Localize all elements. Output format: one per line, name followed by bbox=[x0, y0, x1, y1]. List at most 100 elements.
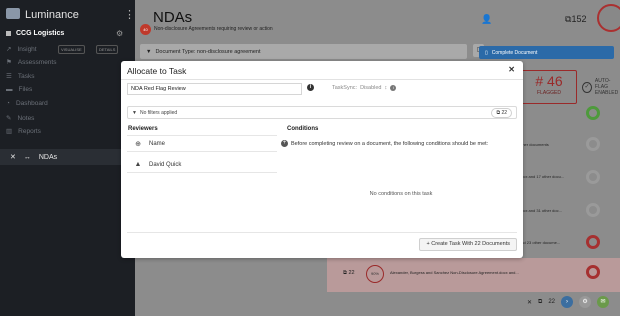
row-doc-text: docx and 17 other docu... bbox=[519, 174, 565, 179]
progress-ring bbox=[586, 235, 600, 249]
close-icon[interactable]: ✕ bbox=[10, 153, 16, 161]
plus-icon: + bbox=[281, 140, 288, 147]
toolbar-count: 22 bbox=[548, 299, 556, 305]
progress-ring bbox=[586, 265, 600, 279]
sidebar-item-dashboard[interactable]: ◔ Dashboard bbox=[6, 100, 48, 107]
row-doc-count: ⧉ 22 bbox=[343, 270, 355, 277]
complete-document-button[interactable]: ▯ Complete Document bbox=[479, 46, 614, 59]
grid-icon bbox=[6, 31, 11, 36]
folder-icon: ▬ bbox=[6, 86, 13, 93]
reviewer-name: David Quick bbox=[149, 161, 182, 168]
settings-icon[interactable]: ⚙ bbox=[579, 296, 592, 308]
org-name: CCG Logistics bbox=[16, 30, 65, 37]
complete-document-label: Complete Document bbox=[491, 49, 538, 56]
modal-title: Allocate to Task bbox=[127, 66, 187, 76]
sidebar-item-reports[interactable]: ▥ Reports bbox=[6, 127, 41, 136]
document-icon: ▯ bbox=[485, 49, 488, 56]
filter-icon: ▼ bbox=[146, 48, 152, 55]
tasksync-value: Disabled bbox=[360, 85, 382, 91]
modal-header: Allocate to Task ✕ bbox=[121, 61, 523, 80]
flagged-label: FLAGGED bbox=[537, 90, 561, 96]
close-icon[interactable]: ✕ bbox=[508, 65, 515, 74]
row-doc-text: docx and 31 other doc... bbox=[519, 208, 562, 213]
sidebar-open-tab-ndas[interactable]: ✕ ↔ NDAs bbox=[0, 149, 135, 165]
check-circle-icon: ✓ bbox=[582, 81, 592, 93]
updown-icon: ↕ bbox=[384, 85, 388, 91]
dashboard-icon: ◔ bbox=[6, 100, 10, 107]
condition-hint: Before completing review on a document, … bbox=[291, 140, 489, 147]
tasksync-label: TaskSync: bbox=[332, 85, 358, 91]
documents-icon: ⧉ bbox=[538, 298, 543, 305]
sidebar-item-label: Files bbox=[18, 86, 33, 93]
flagged-counter[interactable]: # 46 FLAGGED bbox=[521, 70, 577, 104]
notes-icon: ✎ bbox=[6, 115, 12, 122]
assessments-icon: ⚑ bbox=[6, 59, 12, 66]
tasksync-setting[interactable]: TaskSync: Disabled ↕ i bbox=[332, 85, 397, 91]
add-condition-row[interactable]: + Before completing review on a document… bbox=[281, 140, 488, 147]
progress-ring bbox=[586, 106, 600, 120]
create-task-button[interactable]: + Create Task With 22 Documents bbox=[419, 238, 517, 251]
row-doc-name: Alexander, Burgess and Sanchez Non-Discl… bbox=[390, 270, 519, 275]
close-icon[interactable]: ✕ bbox=[527, 299, 532, 306]
filter-label: Document Type: non-disclosure agreement bbox=[155, 48, 261, 55]
filter-count-badge: ⧉ 22 bbox=[491, 108, 512, 118]
row-doc-text: other documents bbox=[519, 142, 549, 147]
chevron-right-icon[interactable]: › bbox=[561, 296, 574, 308]
visualise-button[interactable]: VISUALISE bbox=[58, 45, 85, 54]
sidebar-item-files[interactable]: ▬ Files bbox=[6, 86, 32, 93]
review-progress: 90% bbox=[366, 265, 384, 283]
modal-filter-row[interactable]: ▼ No filters applied ⧉ 22 bbox=[127, 106, 517, 119]
chat-icon[interactable]: ✉ bbox=[597, 296, 610, 308]
sidebar-item-label: Assessments bbox=[17, 58, 57, 66]
sidebar-item-tasks[interactable]: ☰ Tasks bbox=[6, 72, 34, 81]
gear-icon[interactable]: ⚙ bbox=[116, 29, 123, 38]
avatar[interactable] bbox=[597, 4, 620, 32]
bottom-toolbar: ✕ ⧉ 22 › ⚙ ✉ bbox=[527, 296, 610, 308]
auto-flag-label: AUTO-FLAG ENABLED bbox=[595, 78, 620, 96]
app-name: Luminance bbox=[25, 9, 79, 21]
auto-flag-line2: ENABLED bbox=[594, 90, 619, 96]
person-icon: ▲ bbox=[134, 161, 142, 168]
document-filter-bar[interactable]: ▼ Document Type: non-disclosure agreement bbox=[140, 44, 467, 59]
reviewer-row[interactable]: ▲ David Quick bbox=[127, 157, 277, 173]
sidebar-item-insight[interactable]: ↗ Insight bbox=[6, 45, 37, 54]
progress-ring bbox=[586, 170, 600, 184]
allocate-task-modal: Allocate to Task ✕ NDA Red Flag Review i… bbox=[121, 61, 523, 258]
reviewer-name: Name bbox=[149, 140, 166, 147]
flagged-number: # 46 bbox=[535, 73, 563, 89]
sidebar-item-label: Reports bbox=[18, 127, 41, 135]
row-doc-text: and 23 other docume... bbox=[519, 240, 561, 245]
reviewers-header: Reviewers bbox=[128, 126, 158, 132]
reports-icon: ▥ bbox=[6, 128, 13, 135]
sidebar-item-assessments[interactable]: ⚑ Assessments bbox=[6, 58, 57, 67]
page-subtitle: Non-disclosure Agreements requiring revi… bbox=[154, 26, 273, 32]
document-count-value: 152 bbox=[571, 14, 587, 24]
sidebar-item-label: Notes bbox=[17, 114, 35, 122]
status-badge: 40 bbox=[140, 24, 151, 35]
task-name-input[interactable]: NDA Red Flag Review bbox=[127, 83, 302, 95]
auto-flag-toggle[interactable]: ✓ AUTO-FLAG ENABLED bbox=[582, 78, 620, 96]
row-doc-count-value: 22 bbox=[348, 270, 355, 276]
insight-icon: ↗ bbox=[6, 46, 12, 53]
progress-ring bbox=[586, 203, 600, 217]
divider bbox=[127, 232, 517, 233]
kebab-menu-icon[interactable]: ⋮ bbox=[124, 8, 135, 21]
open-tab-label: NDAs bbox=[38, 153, 58, 161]
sidebar-item-label: Insight bbox=[17, 45, 37, 53]
sidebar-item-label: Dashboard bbox=[15, 100, 48, 107]
documents-icon: ⧉ bbox=[496, 110, 501, 116]
add-reviewer-row[interactable]: ⊕ Name bbox=[127, 136, 277, 152]
info-icon[interactable]: i bbox=[307, 84, 314, 91]
info-icon[interactable]: i bbox=[390, 85, 397, 91]
progress-ring bbox=[586, 137, 600, 151]
auto-flag-line1: AUTO-FLAG bbox=[594, 78, 611, 90]
tasks-icon: ☰ bbox=[6, 73, 12, 80]
sidebar-item-notes[interactable]: ✎ Notes bbox=[6, 114, 35, 123]
plus-icon: ⊕ bbox=[135, 140, 141, 148]
person-icon[interactable]: 👤 bbox=[481, 14, 492, 25]
org-selector[interactable]: CCG Logistics bbox=[6, 30, 64, 37]
filter-icon: ▼ bbox=[132, 109, 137, 116]
details-button[interactable]: DETAILS bbox=[96, 45, 119, 54]
document-count: ⧉152 bbox=[565, 14, 586, 25]
arrows-icon: ↔ bbox=[23, 153, 31, 161]
